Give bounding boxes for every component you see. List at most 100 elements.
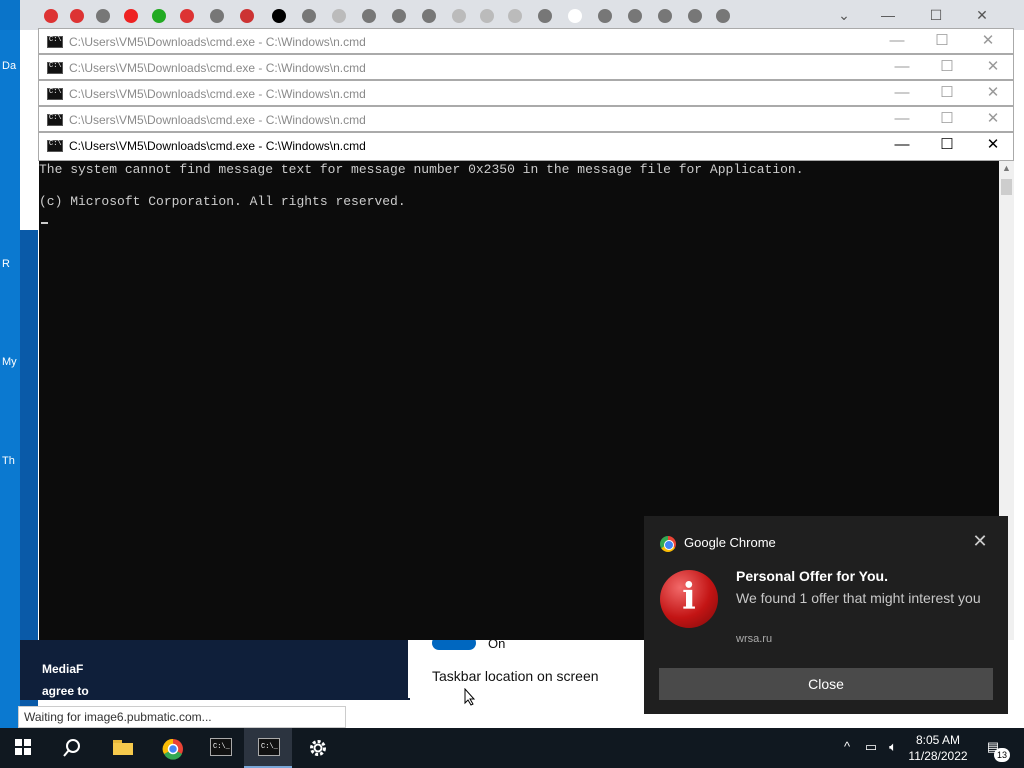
tab-search-chevron-icon[interactable]: ⌄ <box>832 6 856 24</box>
clock-time: 8:05 AM <box>915 733 961 747</box>
ad-banner[interactable]: MediaF agree to <box>20 640 410 700</box>
close-button[interactable]: ✕ <box>983 110 1003 128</box>
desktop-icon-label[interactable]: My <box>2 356 17 368</box>
close-button[interactable]: ✕ <box>983 84 1003 102</box>
taskbar-settings[interactable] <box>294 728 342 768</box>
taskbar-location-label: Taskbar location on screen <box>432 668 599 684</box>
tab-favicon-icon[interactable] <box>362 9 376 23</box>
console-line: The system cannot find message text for … <box>39 162 804 177</box>
toast-close-button[interactable]: Close <box>659 668 993 700</box>
tab-favicon-icon[interactable] <box>658 9 672 23</box>
tray-overflow-chevron-icon[interactable]: ^ <box>838 739 856 757</box>
volume-icon[interactable]: 🔈︎ <box>884 739 902 757</box>
tab-favicon-icon[interactable] <box>152 9 166 23</box>
browser-maximize-button[interactable]: ☐ <box>924 6 948 24</box>
tab-favicon-icon[interactable] <box>538 9 552 23</box>
maximize-button[interactable]: ☐ <box>937 58 957 76</box>
tab-favicon-icon[interactable] <box>598 9 612 23</box>
tab-favicon-icon[interactable] <box>688 9 702 23</box>
scroll-up-arrow-icon[interactable]: ▲ <box>999 163 1014 173</box>
start-button[interactable] <box>0 728 48 768</box>
svg-text:C:\_: C:\_ <box>261 743 279 751</box>
tab-favicon-icon[interactable] <box>96 9 110 23</box>
youtube-tab-icon[interactable] <box>180 9 194 23</box>
tab-favicon-icon[interactable] <box>210 9 224 23</box>
tab-favicon-icon[interactable] <box>508 9 522 23</box>
tab-favicon-icon[interactable] <box>272 9 286 23</box>
youtube-tab-icon[interactable] <box>44 9 58 23</box>
cmd-window-titlebar[interactable]: C:\Users\VM5\Downloads\cmd.exe - C:\Wind… <box>38 80 1014 106</box>
taskbar-chrome[interactable] <box>148 728 196 768</box>
tab-favicon-icon[interactable] <box>332 9 346 23</box>
maximize-button[interactable]: ☐ <box>937 84 957 102</box>
search-icon <box>63 739 80 757</box>
notification-toast[interactable]: Google Chrome ✕ i Personal Offer for You… <box>644 516 1008 714</box>
minimize-button[interactable]: — <box>892 110 912 128</box>
minimize-button[interactable]: — <box>887 32 907 50</box>
tab-favicon-icon[interactable] <box>716 9 730 23</box>
cmd-window-title: C:\Users\VM5\Downloads\cmd.exe - C:\Wind… <box>69 113 366 127</box>
scrollbar-thumb[interactable] <box>1001 179 1012 195</box>
close-button[interactable]: ✕ <box>978 32 998 50</box>
cmd-icon <box>47 114 63 126</box>
taskbar-cmd-active[interactable]: C:\_ <box>244 728 292 768</box>
clock-date: 11/28/2022 <box>908 749 968 763</box>
cmd-window-titlebar[interactable]: C:\Users\VM5\Downloads\cmd.exe - C:\Wind… <box>38 106 1014 132</box>
close-button[interactable]: ✕ <box>983 58 1003 76</box>
cmd-window-title: C:\Users\VM5\Downloads\cmd.exe - C:\Wind… <box>69 35 366 49</box>
cmd-window-titlebar-active[interactable]: C:\Users\VM5\Downloads\cmd.exe - C:\Wind… <box>38 132 1014 161</box>
taskbar: C:\_ C:\_ ^ ▭ 🔈︎ 8:05 AM 11/28/2022 ▤ 13 <box>0 728 1024 768</box>
cmd-window-title: C:\Users\VM5\Downloads\cmd.exe - C:\Wind… <box>69 139 366 153</box>
desktop-icon-label[interactable]: Da <box>2 60 16 72</box>
cmd-icon <box>47 88 63 100</box>
text-cursor <box>41 222 48 224</box>
toast-title: Personal Offer for You. <box>736 568 888 584</box>
tab-favicon-icon[interactable] <box>422 9 436 23</box>
search-button[interactable] <box>48 728 96 768</box>
clock[interactable]: 8:05 AM 11/28/2022 <box>902 732 974 764</box>
desktop-icon-label[interactable]: Th <box>2 455 15 467</box>
gear-icon <box>310 740 326 756</box>
toast-dismiss-icon[interactable]: ✕ <box>970 531 990 551</box>
tab-favicon-icon[interactable] <box>302 9 316 23</box>
tab-favicon-icon[interactable] <box>628 9 642 23</box>
tab-favicon-icon[interactable] <box>480 9 494 23</box>
maximize-button[interactable]: ☐ <box>932 32 952 50</box>
cmd-window-title: C:\Users\VM5\Downloads\cmd.exe - C:\Wind… <box>69 87 366 101</box>
browser-minimize-button[interactable]: — <box>876 6 900 24</box>
tab-favicon-icon[interactable] <box>452 9 466 23</box>
shield-tab-icon[interactable] <box>240 9 254 23</box>
settings-panel: On Taskbar location on screen <box>408 636 648 698</box>
cmd-window-titlebar[interactable]: C:\Users\VM5\Downloads\cmd.exe - C:\Wind… <box>38 54 1014 80</box>
cmd-icon: C:\_ <box>258 738 280 756</box>
youtube-tab-icon[interactable] <box>70 9 84 23</box>
taskbar-cmd[interactable]: C:\_ <box>196 728 244 768</box>
taskbar-file-explorer[interactable] <box>98 728 146 768</box>
info-glyph: i <box>682 576 696 618</box>
chrome-icon <box>660 536 676 552</box>
ad-text: MediaF <box>42 662 84 676</box>
info-icon: i <box>660 570 718 628</box>
chrome-icon <box>162 738 183 760</box>
mouse-pointer-icon <box>464 688 476 706</box>
minimize-button[interactable]: — <box>892 84 912 102</box>
cmd-window-titlebar[interactable]: C:\Users\VM5\Downloads\cmd.exe - C:\Wind… <box>38 28 1014 54</box>
active-tab-close-icon[interactable] <box>568 9 582 23</box>
maximize-button[interactable]: ☐ <box>937 110 957 128</box>
toast-app-name: Google Chrome <box>684 535 776 550</box>
minimize-button[interactable]: — <box>892 136 912 154</box>
desktop-icons-strip: Da R My Th <box>0 30 20 730</box>
maximize-button[interactable]: ☐ <box>937 136 957 154</box>
notification-count-badge: 13 <box>994 748 1010 762</box>
console-line: (c) Microsoft Corporation. All rights re… <box>39 194 406 209</box>
tab-favicon-icon[interactable] <box>392 9 406 23</box>
toast-source: wrsa.ru <box>736 633 773 645</box>
close-button[interactable]: ✕ <box>983 136 1003 154</box>
svg-text:C:\_: C:\_ <box>213 743 231 751</box>
tab-favicon-icon[interactable] <box>124 9 138 23</box>
minimize-button[interactable]: — <box>892 58 912 76</box>
network-icon[interactable]: ▭ <box>862 739 880 757</box>
browser-close-button[interactable]: ✕ <box>970 6 994 24</box>
ad-text: agree to <box>42 684 89 698</box>
desktop-icon-label[interactable]: R <box>2 258 10 270</box>
